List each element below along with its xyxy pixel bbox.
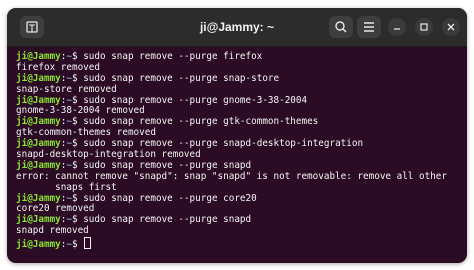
command-text: sudo snap remove --purge gtk-common-them…: [77, 116, 319, 128]
window-title: ji@Jammy: ~: [199, 20, 275, 34]
prompt-user-host: ji@Jammy: [16, 159, 61, 171]
command-text: sudo snap remove --purge gnome-3-38-2004: [77, 94, 308, 106]
text-cursor: [84, 237, 92, 250]
new-tab-icon: [26, 21, 38, 33]
prompt-user-host: ji@Jammy: [16, 138, 61, 150]
command-text: sudo snap remove --purge snapd: [77, 214, 252, 226]
output-text: core20 removed: [16, 203, 95, 215]
output-line: snapd removed: [16, 225, 462, 237]
close-icon: [447, 23, 455, 31]
minimize-button[interactable]: [388, 18, 406, 36]
terminal-output[interactable]: ji@Jammy:~$ sudo snap remove --purge fir…: [16, 51, 462, 258]
command-text: [78, 239, 84, 250]
output-text: error: cannot remove "snapd": snap "snap…: [16, 170, 447, 182]
maximize-icon: [420, 23, 428, 31]
hamburger-menu-icon: [364, 22, 374, 32]
command-text: sudo snap remove --purge snapd: [77, 159, 252, 171]
output-text: snapd removed: [16, 225, 89, 237]
menu-button[interactable]: [357, 16, 381, 38]
command-text: sudo snap remove --purge snapd-desktop-i…: [77, 138, 364, 150]
command-text: sudo snap remove --purge firefox: [77, 51, 263, 62]
output-text: gtk-common-themes removed: [16, 127, 156, 139]
maximize-button[interactable]: [415, 18, 433, 36]
prompt-user-host: ji@Jammy: [16, 51, 61, 62]
command-text: sudo snap remove --purge snap-store: [77, 72, 280, 84]
prompt-user-host: ji@Jammy: [16, 116, 61, 128]
terminal-window: ji@Jammy: ~ ji@Jammy:~$ sudo snap remove…: [7, 8, 467, 263]
search-button[interactable]: [329, 16, 353, 38]
prompt-user-host: ji@Jammy: [16, 192, 61, 204]
prompt-user-host: ji@Jammy: [16, 94, 61, 106]
command-line: ji@Jammy:~$: [16, 237, 462, 251]
prompt-user-host: ji@Jammy: [16, 239, 61, 251]
output-text: snap-store removed: [16, 83, 117, 95]
minimize-icon: [394, 28, 400, 30]
output-text: snaps first: [16, 181, 117, 193]
command-text: sudo snap remove --purge core20: [77, 192, 257, 204]
search-icon: [335, 21, 347, 33]
prompt-user-host: ji@Jammy: [16, 214, 61, 226]
output-text: snapd-desktop-integration removed: [16, 149, 201, 161]
prompt-user-host: ji@Jammy: [16, 72, 61, 84]
new-tab-button[interactable]: [20, 16, 44, 38]
output-text: firefox removed: [16, 61, 100, 73]
output-text: gnome-3-38-2004 removed: [16, 105, 145, 117]
title-bar[interactable]: ji@Jammy: ~: [7, 8, 467, 47]
close-button[interactable]: [442, 18, 460, 36]
